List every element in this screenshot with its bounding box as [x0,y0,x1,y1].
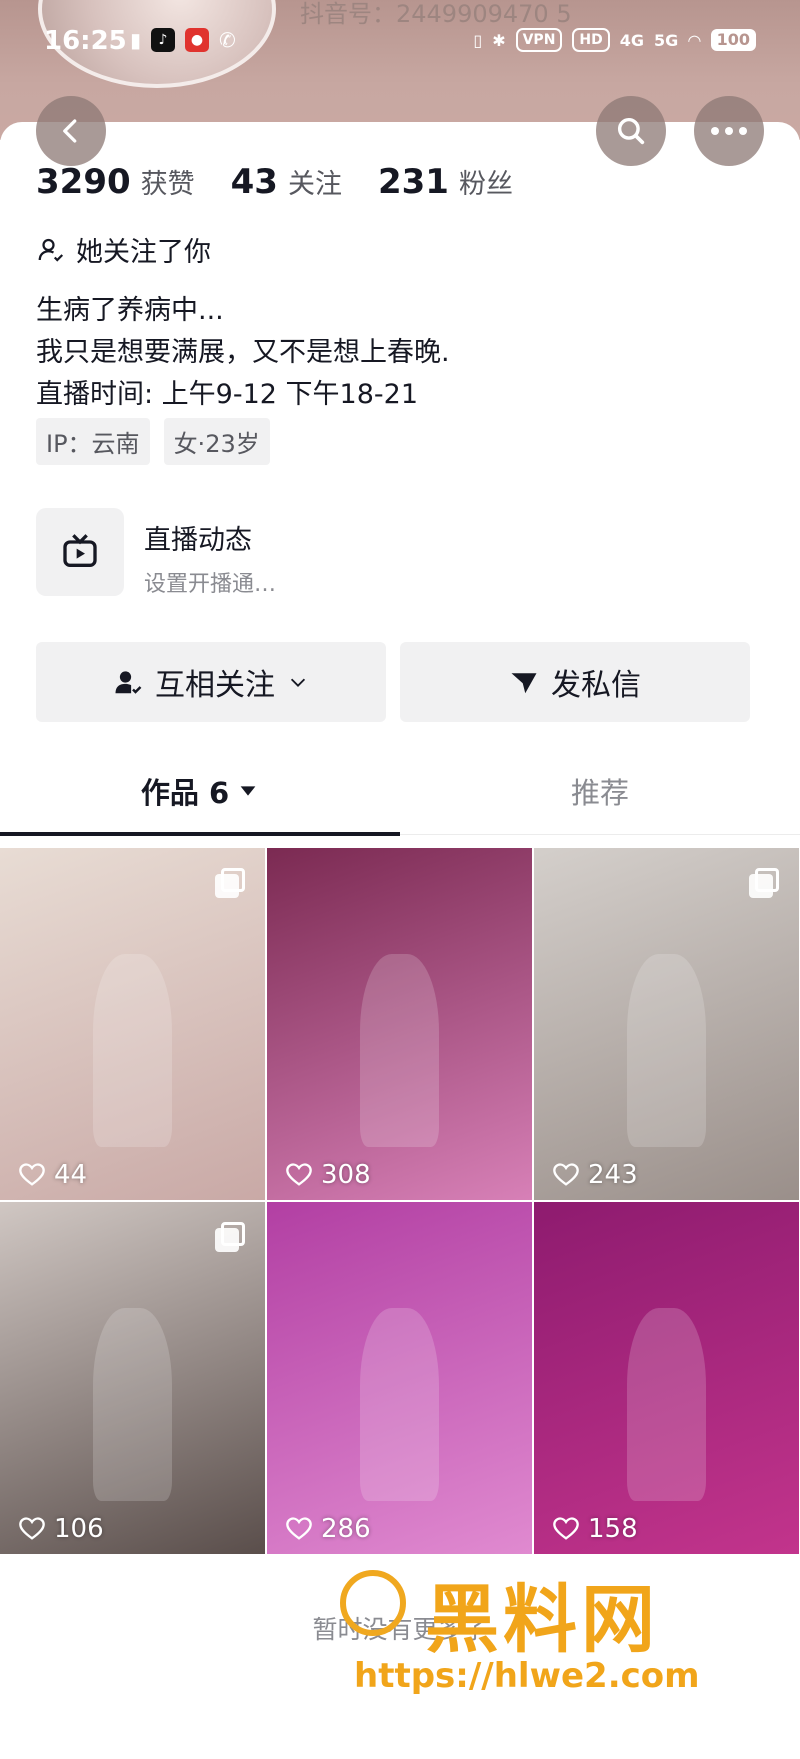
follows-you-indicator: 她关注了你 [36,230,211,269]
watermark: 黑料网 https://hlwe2.com [340,1560,800,1710]
tv-play-icon [63,534,97,567]
vpn-icon: VPN [515,28,563,52]
heart-icon [19,1517,45,1540]
post-thumbnail [92,953,173,1148]
phone-icon: ✆ [219,28,236,52]
post-like-count: 44 [18,1160,87,1190]
multi-image-icon [215,868,245,898]
multi-image-icon [215,1222,245,1252]
post-tile[interactable]: 106 [0,1202,265,1554]
gender-age-tag: 女·23岁 [163,418,270,465]
chevron-down-icon [290,678,306,687]
profile-tags: IP：云南 女·23岁 [36,418,270,465]
post-thumbnail [626,953,707,1148]
user-follow-icon [115,671,142,694]
heart-icon [553,1163,579,1186]
heart-icon [286,1517,312,1540]
mutual-follow-button[interactable]: 互相关注 [36,642,386,722]
user-check-icon [38,238,64,262]
profile-bio: 生病了养病中... 我只是想要满展，又不是想上春晚. 直播时间: 上午9-12 … [36,290,450,416]
caret-down-icon [240,786,256,796]
send-message-button[interactable]: 发私信 [400,642,750,722]
post-like-count: 308 [285,1160,371,1190]
vibrate-icon: ▯ [473,30,483,50]
bio-line: 生病了养病中... [36,295,224,326]
status-notification-icons: ▮ ♪ ● ✆ [130,28,236,52]
wifi-icon: ◠ [688,30,701,50]
watermark-url: https://hlwe2.com [354,1656,700,1696]
profile-tabs: 作品 6 推荐 [0,748,800,836]
post-thumbnail [359,1307,440,1502]
stat-likes[interactable]: 3290 获赞 [36,162,195,202]
live-updates-title[interactable]: 直播动态 [144,518,252,557]
post-thumbnail [92,1307,173,1502]
profile-stats: 3290 获赞 43 关注 231 粉丝 [36,162,513,202]
signal-4g-icon: 4G [619,30,645,50]
post-tile[interactable]: 44 [0,848,265,1200]
profile-header-background: 抖音号：2449909470 5 16:25 ▮ ♪ ● ✆ ▯ ✱ VPN H… [0,0,800,140]
tab-recommend[interactable]: 推荐 [400,748,800,834]
post-thumbnail [359,953,440,1148]
live-updates-button[interactable] [36,508,124,596]
status-bar: 16:25 ▮ ♪ ● ✆ ▯ ✱ VPN HD 4G 5G ◠ 100 [0,18,800,68]
search-icon [617,117,645,145]
bio-line: 直播时间: 上午9-12 下午18-21 [36,379,418,410]
stat-followers[interactable]: 231 粉丝 [378,162,513,202]
live-updates-subtitle: 设置开播通… [144,572,277,597]
tab-indicator [0,832,400,836]
search-button[interactable] [596,96,666,166]
post-like-count: 286 [285,1514,371,1544]
heart-icon [553,1517,579,1540]
heart-icon [286,1163,312,1186]
post-tile[interactable]: 286 [267,1202,532,1554]
watermark-logo-icon [340,1570,406,1636]
stat-following[interactable]: 43 关注 [231,162,342,202]
hd-icon: HD [572,28,610,52]
watermark-text: 黑料网 [425,1577,659,1663]
back-button[interactable] [36,96,106,166]
post-tile[interactable]: 243 [534,848,799,1200]
news-app-icon: ● [185,28,210,52]
multi-image-icon [749,868,779,898]
signal-5g-icon: 5G [654,30,679,50]
bio-line: 我只是想要满展，又不是想上春晚. [36,337,450,368]
status-system-icons: ▯ ✱ VPN HD 4G 5G ◠ 100 [473,28,756,52]
more-dots-icon [711,127,747,135]
chevron-left-icon [63,119,77,143]
tiktok-icon: ♪ [151,28,176,52]
post-like-count: 243 [552,1160,638,1190]
post-tile[interactable]: 308 [267,848,532,1200]
status-time: 16:25 [44,26,127,56]
post-thumbnail [626,1307,707,1502]
post-tile[interactable]: 158 [534,1202,799,1554]
sim-icon: ▮ [130,28,142,52]
post-like-count: 158 [552,1514,638,1544]
bluetooth-icon: ✱ [492,30,506,50]
tab-works[interactable]: 作品 6 [0,748,400,836]
ip-location-tag: IP：云南 [36,418,150,465]
more-button[interactable] [694,96,764,166]
send-icon [511,673,537,694]
battery-icon: 100 [710,29,756,51]
heart-icon [19,1163,45,1186]
post-like-count: 106 [18,1514,104,1544]
